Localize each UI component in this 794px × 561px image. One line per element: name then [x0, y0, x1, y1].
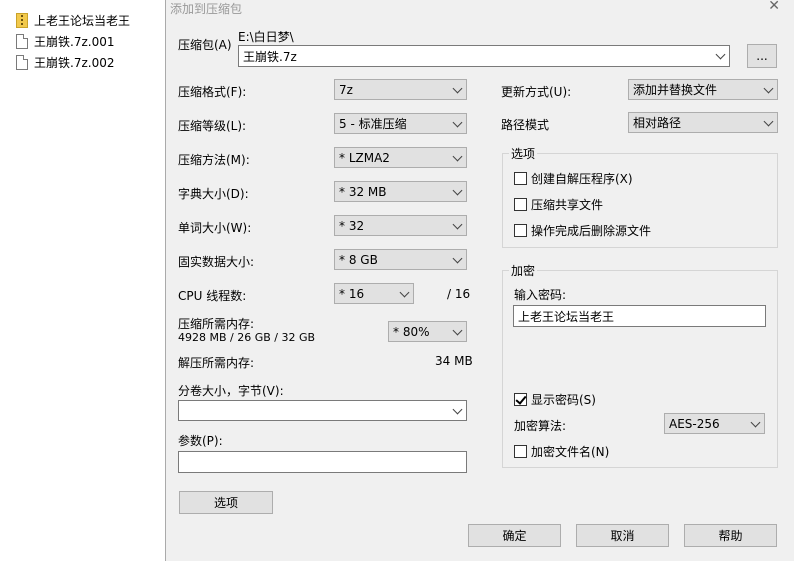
file-icon: [16, 54, 28, 70]
format-label: 压缩格式(F):: [178, 85, 247, 99]
solid-value: * 8 GB: [339, 252, 378, 267]
enc-method-label: 加密算法:: [514, 419, 567, 433]
browse-button[interactable]: ...: [747, 44, 777, 68]
enc-method-value: AES-256: [669, 416, 720, 431]
options-button[interactable]: 选项: [179, 491, 273, 514]
chevron-down-icon: [763, 83, 774, 94]
file-name: 王崩铁.7z.001: [34, 34, 115, 49]
mem-percent-value: * 80%: [393, 324, 430, 339]
cpu-total: / 16: [447, 287, 471, 301]
method-value: * LZMA2: [339, 150, 390, 165]
chevron-down-icon: [452, 185, 463, 196]
chevron-down-icon: [452, 83, 463, 94]
solid-label: 固实数据大小:: [178, 255, 255, 269]
delete-after-checkbox[interactable]: 操作完成后删除源文件: [514, 222, 651, 239]
checkbox-box: [514, 445, 527, 458]
cpu-select[interactable]: * 16: [334, 283, 414, 304]
chevron-down-icon: [452, 325, 463, 336]
file-icon: [16, 33, 28, 49]
params-input[interactable]: [178, 451, 467, 473]
file-name: 王崩铁.7z.002: [34, 55, 115, 70]
shared-checkbox[interactable]: 压缩共享文件: [514, 196, 603, 213]
close-icon[interactable]: ✕: [768, 0, 780, 14]
password-label: 输入密码:: [514, 288, 567, 302]
mem-percent-select[interactable]: * 80%: [388, 321, 467, 342]
chevron-down-icon: [399, 287, 410, 298]
path-value: 相对路径: [633, 116, 682, 130]
update-select[interactable]: 添加并替换文件: [628, 79, 778, 100]
zip-folder-icon: [16, 12, 28, 28]
chevron-down-icon: [715, 49, 726, 60]
show-password-checkbox[interactable]: 显示密码(S): [514, 391, 596, 408]
cpu-label: CPU 线程数:: [178, 289, 247, 303]
params-label: 参数(P):: [178, 434, 223, 448]
solid-select[interactable]: * 8 GB: [334, 249, 467, 270]
mem-comp-label: 压缩所需内存:: [178, 317, 255, 331]
checkbox-box: [514, 172, 527, 185]
mem-decomp-label: 解压所需内存:: [178, 356, 255, 370]
enc-method-select[interactable]: AES-256: [664, 413, 765, 434]
archive-label: 压缩包(A): [178, 38, 232, 52]
word-value: * 32: [339, 218, 365, 233]
format-value: 7z: [339, 82, 353, 97]
chevron-down-icon: [452, 404, 463, 415]
split-label: 分卷大小，字节(V):: [178, 384, 284, 398]
password-input[interactable]: 上老王论坛当老王: [513, 305, 766, 327]
options-group-title: 选项: [509, 145, 538, 162]
mem-decomp-value: 34 MB: [435, 354, 473, 368]
delete-after-label: 操作完成后删除源文件: [531, 224, 652, 238]
word-select[interactable]: * 32: [334, 215, 467, 236]
shared-label: 压缩共享文件: [531, 198, 604, 212]
chevron-down-icon: [750, 417, 761, 428]
ok-button[interactable]: 确定: [468, 524, 561, 547]
dict-select[interactable]: * 32 MB: [334, 181, 467, 202]
cancel-button[interactable]: 取消: [576, 524, 669, 547]
format-select[interactable]: 7z: [334, 79, 467, 100]
archive-name-combo[interactable]: 王崩铁.7z: [238, 45, 730, 67]
encrypt-names-checkbox[interactable]: 加密文件名(N): [514, 443, 609, 460]
word-label: 单词大小(W):: [178, 221, 252, 235]
file-item[interactable]: 王崩铁.7z.001: [16, 32, 114, 50]
file-item[interactable]: 上老王论坛当老王: [16, 11, 130, 29]
chevron-down-icon: [452, 117, 463, 128]
dialog-title: 添加到压缩包: [170, 2, 243, 16]
checkbox-box: [514, 198, 527, 211]
sfx-label: 创建自解压程序(X): [531, 172, 633, 186]
archive-path: E:\白日梦\: [238, 30, 294, 44]
sfx-checkbox[interactable]: 创建自解压程序(X): [514, 170, 633, 187]
path-label: 路径模式: [501, 118, 550, 132]
file-name: 上老王论坛当老王: [34, 13, 131, 28]
archive-name-value: 王崩铁.7z: [243, 49, 297, 64]
mem-comp-value: 4928 MB / 26 GB / 32 GB: [178, 331, 316, 344]
help-button[interactable]: 帮助: [684, 524, 777, 547]
level-label: 压缩等级(L):: [178, 119, 247, 133]
chevron-down-icon: [452, 151, 463, 162]
show-password-label: 显示密码(S): [531, 393, 596, 407]
checkbox-box: [514, 224, 527, 237]
file-item[interactable]: 王崩铁.7z.002: [16, 53, 114, 71]
split-combo[interactable]: [178, 400, 467, 421]
add-to-archive-dialog: 添加到压缩包 ✕ 压缩包(A) E:\白日梦\ 王崩铁.7z ... 压缩格式(…: [165, 0, 794, 561]
update-label: 更新方式(U):: [501, 85, 572, 99]
password-value: 上老王论坛当老王: [518, 309, 615, 324]
method-label: 压缩方法(M):: [178, 153, 250, 167]
path-select[interactable]: 相对路径: [628, 112, 778, 133]
dict-value: * 32 MB: [339, 184, 387, 199]
chevron-down-icon: [763, 116, 774, 127]
encrypt-names-label: 加密文件名(N): [531, 445, 610, 459]
cpu-value: * 16: [339, 286, 365, 301]
checkbox-box: [514, 393, 527, 406]
dict-label: 字典大小(D):: [178, 187, 249, 201]
level-value: 5 - 标准压缩: [339, 117, 407, 131]
chevron-down-icon: [452, 219, 463, 230]
level-select[interactable]: 5 - 标准压缩: [334, 113, 467, 134]
update-value: 添加并替换文件: [633, 83, 718, 97]
encryption-group-title: 加密: [509, 262, 538, 279]
chevron-down-icon: [452, 253, 463, 264]
method-select[interactable]: * LZMA2: [334, 147, 467, 168]
